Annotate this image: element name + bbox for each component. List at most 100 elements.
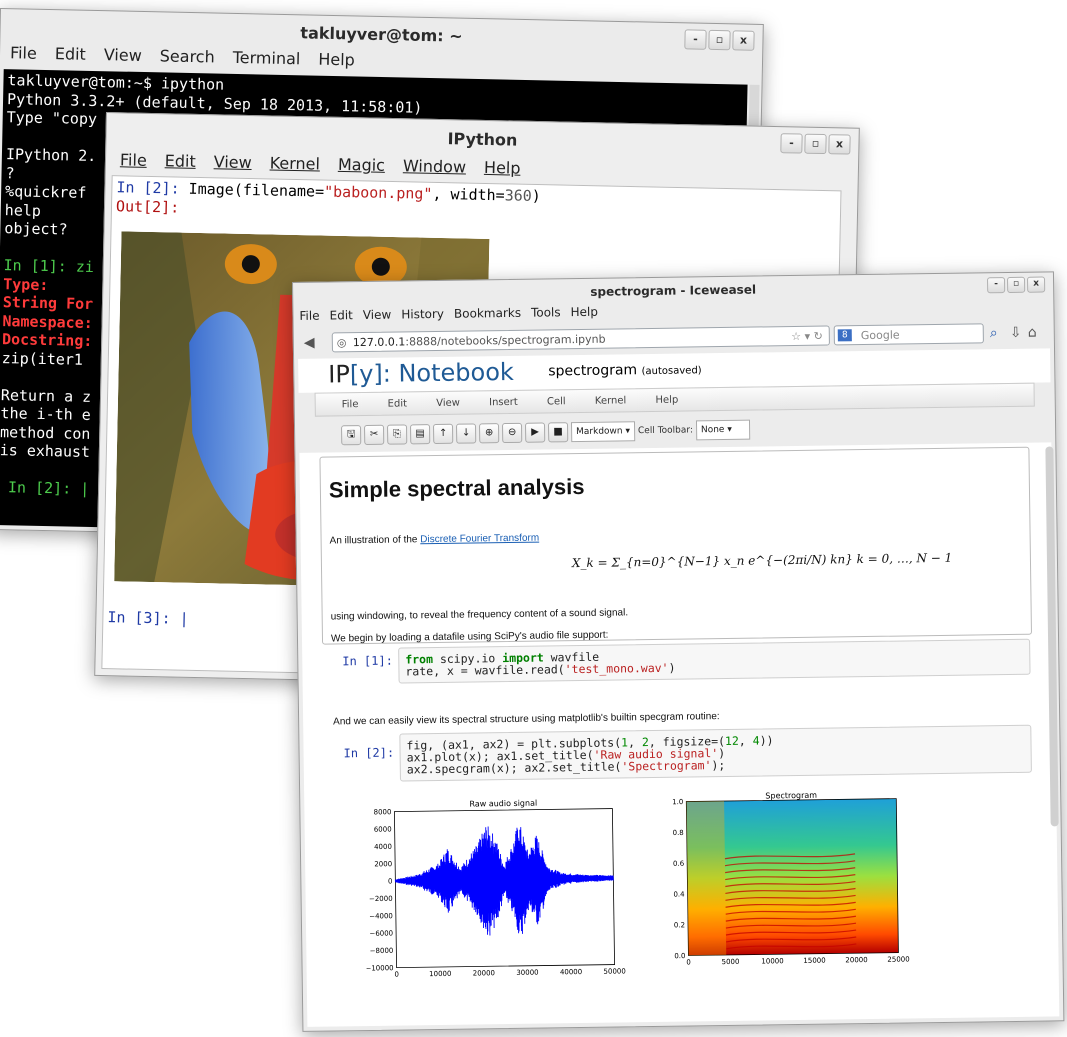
close-button[interactable]: x xyxy=(828,134,851,155)
copy-icon[interactable]: ⎘ xyxy=(387,424,408,445)
cell-type-select[interactable]: Markdown ▾ xyxy=(570,421,636,443)
y-tick-label: 4000 xyxy=(374,843,392,851)
google-icon: 8 xyxy=(837,329,852,342)
insert-above-icon[interactable]: ⊕ xyxy=(478,423,500,444)
minimize-button[interactable]: - xyxy=(780,133,803,154)
x-tick-label: 0 xyxy=(394,971,399,979)
cell-toolbar-select[interactable]: None ▾ xyxy=(695,419,751,441)
menu-terminal[interactable]: Terminal xyxy=(233,48,301,68)
code-text: ) xyxy=(531,186,541,206)
in3-prompt[interactable]: In [3]: | xyxy=(107,608,189,628)
cell2-code[interactable]: fig, (ax1, ax2) = plt.subplots(1, 2, fig… xyxy=(399,724,1032,782)
menu-help[interactable]: Help xyxy=(318,50,355,70)
menu-bookmarks[interactable]: Bookmarks xyxy=(454,306,521,321)
y-tick-label: 0.2 xyxy=(674,921,685,929)
x-tick-label: 10000 xyxy=(761,957,783,965)
nb-menu-cell[interactable]: Cell xyxy=(547,396,566,407)
code-text: , width= xyxy=(432,184,505,205)
code-cell-1[interactable]: In [1]: from scipy.io import wavfile rat… xyxy=(322,638,1031,685)
code-text: )) xyxy=(759,733,774,748)
y-tick-label: 0.6 xyxy=(673,860,685,868)
nb-menu-view[interactable]: View xyxy=(436,398,460,409)
maximize-button[interactable]: ▫ xyxy=(708,29,731,51)
maximize-button[interactable]: ▫ xyxy=(804,133,827,155)
cell1-prompt: In [1]: xyxy=(342,653,393,669)
code-text: ax2.specgram(x); ax2.set_title( xyxy=(406,759,622,777)
intro-paragraph: An illustration of the Discrete Fourier … xyxy=(330,533,540,547)
menu-window[interactable]: Window xyxy=(403,156,466,176)
back-arrow-icon[interactable]: ◀ xyxy=(304,335,315,351)
x-tick-label: 0 xyxy=(686,958,691,966)
menu-view[interactable]: View xyxy=(363,308,392,322)
menu-edit[interactable]: Edit xyxy=(329,308,352,322)
cell2-prompt: In [2]: xyxy=(343,745,395,761)
terminal-window-controls: - ▫ x xyxy=(684,29,755,51)
move-up-icon[interactable]: ↑ xyxy=(432,423,454,445)
menu-kernel[interactable]: Kernel xyxy=(270,153,321,173)
nb-menu-insert[interactable]: Insert xyxy=(489,397,518,408)
save-icon[interactable]: 🖫 xyxy=(341,425,362,446)
nb-menu-kernel[interactable]: Kernel xyxy=(595,395,627,406)
x-tick-label: 20000 xyxy=(473,969,495,977)
menu-help[interactable]: Help xyxy=(484,158,521,178)
logo-ip: IP xyxy=(328,360,351,389)
bookmark-star-icon[interactable]: ☆ ▾ ↻ xyxy=(791,327,823,347)
nb-menu-edit[interactable]: Edit xyxy=(388,398,408,409)
menu-magic[interactable]: Magic xyxy=(338,155,385,175)
insert-below-icon[interactable]: ⊖ xyxy=(501,422,523,444)
home-icon[interactable]: ⌂ xyxy=(1028,325,1037,341)
nb-menu-file[interactable]: File xyxy=(342,399,359,410)
menu-history[interactable]: History xyxy=(401,307,444,322)
menu-search[interactable]: Search xyxy=(160,46,215,66)
code-cell-2[interactable]: In [2]: fig, (ax1, ax2) = plt.subplots(1… xyxy=(323,724,1032,783)
menu-file[interactable]: File xyxy=(10,43,37,63)
menu-view[interactable]: View xyxy=(214,152,252,172)
browser-window-controls: - ▫ x xyxy=(987,276,1046,294)
menu-tools[interactable]: Tools xyxy=(531,305,561,319)
run-icon[interactable]: ▶ xyxy=(524,422,546,443)
spectrogram-quiet-region xyxy=(686,801,727,956)
stop-icon[interactable]: ■ xyxy=(547,422,569,443)
nb-menu-help[interactable]: Help xyxy=(655,395,678,406)
code-text: ); xyxy=(711,757,726,773)
menu-edit[interactable]: Edit xyxy=(165,151,196,171)
cut-icon[interactable]: ✂ xyxy=(364,424,385,446)
paste-icon[interactable]: ▤ xyxy=(409,424,431,445)
y-tick-label: 2000 xyxy=(374,860,392,868)
browser-window: spectrogram - Iceweasel - ▫ x File Edit … xyxy=(292,271,1065,1032)
move-down-icon[interactable]: ↓ xyxy=(455,423,477,444)
search-icon[interactable]: ⌕ xyxy=(990,325,998,341)
url-bar[interactable]: ◎ 127.0.0.1:8888/notebooks/spectrogram.i… xyxy=(331,325,830,353)
menu-edit[interactable]: Edit xyxy=(55,44,86,64)
close-button[interactable]: x xyxy=(732,30,755,51)
menu-view[interactable]: View xyxy=(104,45,142,65)
autosave-status: (autosaved) xyxy=(641,365,702,378)
url-path: :8888/notebooks/spectrogram.ipynb xyxy=(405,332,606,349)
cell1-code[interactable]: from scipy.io import wavfile rate, x = w… xyxy=(398,638,1031,684)
maximize-button[interactable]: ▫ xyxy=(1007,276,1026,294)
notebook-name[interactable]: spectrogram (autosaved) xyxy=(548,361,702,379)
logo-rest: [y]: Notebook xyxy=(349,357,515,389)
download-icon[interactable]: ⇩ xyxy=(1010,325,1022,341)
x-tick-label: 40000 xyxy=(560,968,582,976)
url-host: 127.0.0.1 xyxy=(352,335,406,350)
minimize-button[interactable]: - xyxy=(987,277,1006,294)
x-tick-label: 20000 xyxy=(845,956,867,964)
code-string: 'test_mono.wav' xyxy=(564,660,669,677)
minimize-button[interactable]: - xyxy=(684,29,707,50)
menu-file[interactable]: File xyxy=(299,309,319,323)
qt-input-line: In [2]: Image(filename="baboon.png", wid… xyxy=(116,178,541,205)
close-button[interactable]: x xyxy=(1026,276,1046,293)
specgram-paragraph: And we can easily view its spectral stru… xyxy=(333,711,720,728)
ipython-logo[interactable]: IP[y]: Notebook xyxy=(328,358,514,389)
menu-help[interactable]: Help xyxy=(570,305,598,319)
markdown-cell[interactable]: Simple spectral analysis An illustration… xyxy=(319,446,1032,645)
cell-toolbar-value: None xyxy=(700,424,725,436)
dft-formula: X_k = Σ_{n=0}^{N−1} x_n e^{−(2πi/N) kn} … xyxy=(571,550,953,571)
y-tick-label: −6000 xyxy=(369,929,393,937)
cell-type-value: Markdown xyxy=(576,426,623,438)
menu-file[interactable]: File xyxy=(120,150,147,170)
y-tick-label: 8000 xyxy=(374,808,392,816)
dft-link[interactable]: Discrete Fourier Transform xyxy=(420,533,539,546)
search-input[interactable]: 8 Google xyxy=(833,323,984,346)
